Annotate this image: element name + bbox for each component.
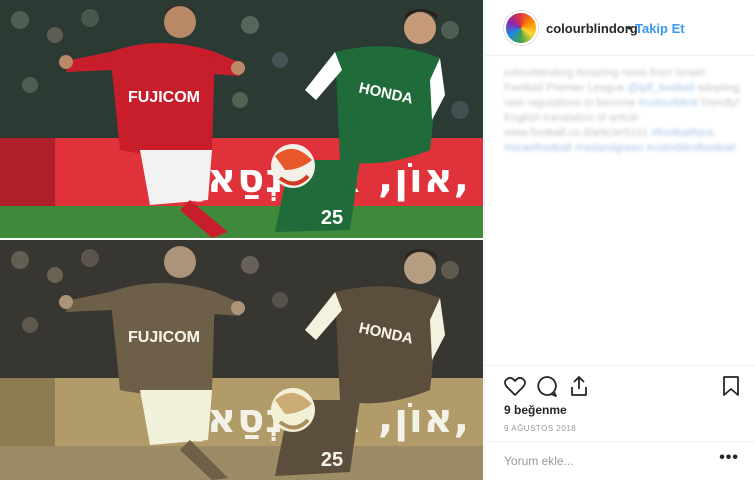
photo-original: אוֹן, אוֹנוּנְסַאן, FUJICOM [0,0,483,238]
post-caption: colourblindorg Amazing news from Israel!… [504,66,740,156]
header-separator: • [627,20,632,35]
football [271,144,315,188]
post-sidebar: colourblindorg • Takip Et colourblindorg… [484,0,754,480]
username-link[interactable]: colourblindorg [546,21,638,36]
like-count[interactable]: 9 beğenme [504,403,567,417]
comment-icon[interactable] [535,374,559,398]
caption-hashtag[interactable]: #colourblind [639,97,698,109]
caption-tag[interactable]: @ipfl_football [628,82,695,94]
football-cb [271,388,315,432]
bookmark-icon[interactable] [719,374,743,398]
post-image[interactable]: אוֹן, אוֹנוּנְסַאן, FUJICOM [0,0,483,480]
comment-input[interactable]: Yorum ekle... [504,454,574,468]
red-shirt-sponsor-cb: FUJICOM [128,329,200,346]
avatar[interactable] [504,11,538,45]
comment-bar: Yorum ekle... ••• [485,441,754,480]
post-header: colourblindorg • Takip Et [485,0,754,56]
red-shirt-sponsor: FUJICOM [128,89,200,106]
green-shorts-number: 25 [321,207,343,229]
share-icon[interactable] [567,374,591,398]
green-shorts-number-cb: 25 [321,449,343,471]
post-date: 9 AĞUSTOS 2018 [504,424,577,433]
heart-icon[interactable] [503,374,527,398]
more-options-icon[interactable]: ••• [719,449,739,467]
photo-colourblind: אוֹן, אוֹנוּנְסַאן, FUJICOM HONDA [0,240,483,480]
follow-button[interactable]: Takip Et [635,21,685,36]
